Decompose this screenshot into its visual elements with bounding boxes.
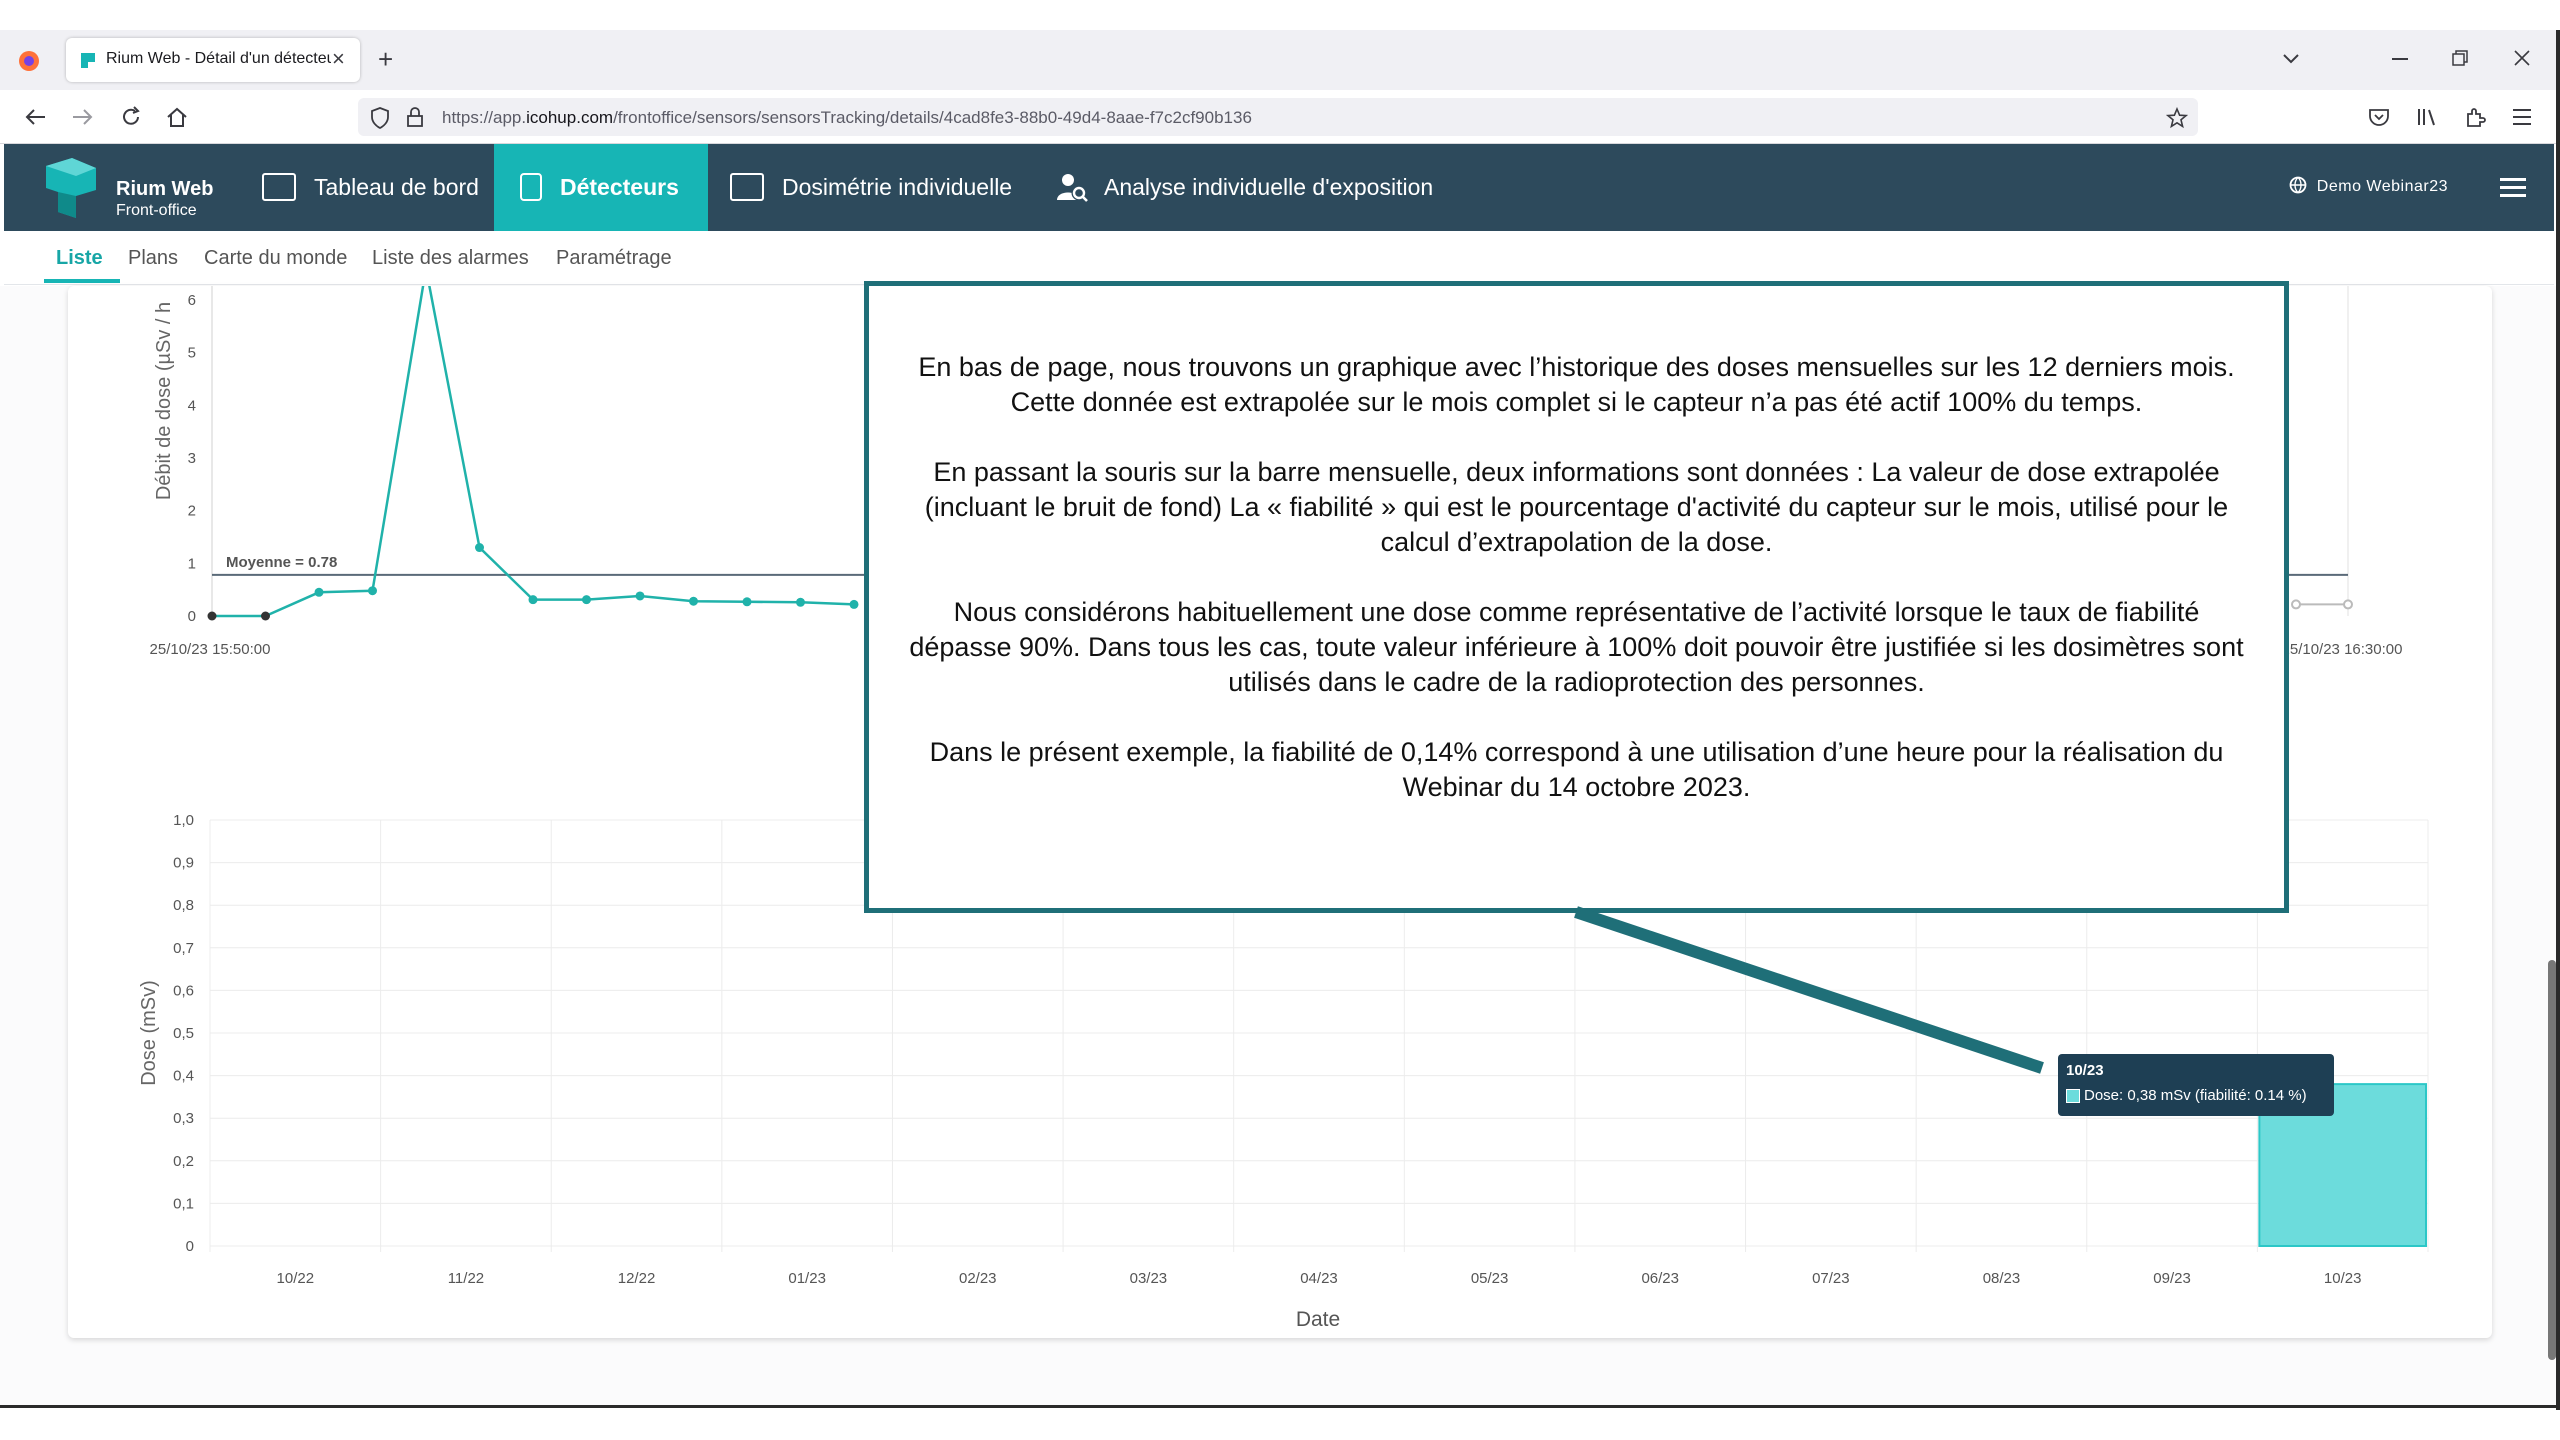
callout-pointer-line [1574,906,2044,1074]
window-edge-bottom [0,1405,2560,1408]
bar-tooltip: 10/23 Dose: 0,38 mSv (fiabilité: 0.14 %) [2058,1054,2334,1116]
screen: { "browser": { "tab_title": "Rium Web - … [0,0,2560,1440]
vertical-scrollbar[interactable] [2548,960,2556,1360]
callout-pointer-svg [1574,906,2044,1074]
tooltip-title: 10/23 [2066,1062,2104,1079]
tooltip-text: Dose: 0,38 mSv (fiabilité: 0.14 %) [2084,1087,2307,1104]
tooltip-swatch [2066,1089,2080,1103]
window-edge-right [2556,30,2560,1410]
